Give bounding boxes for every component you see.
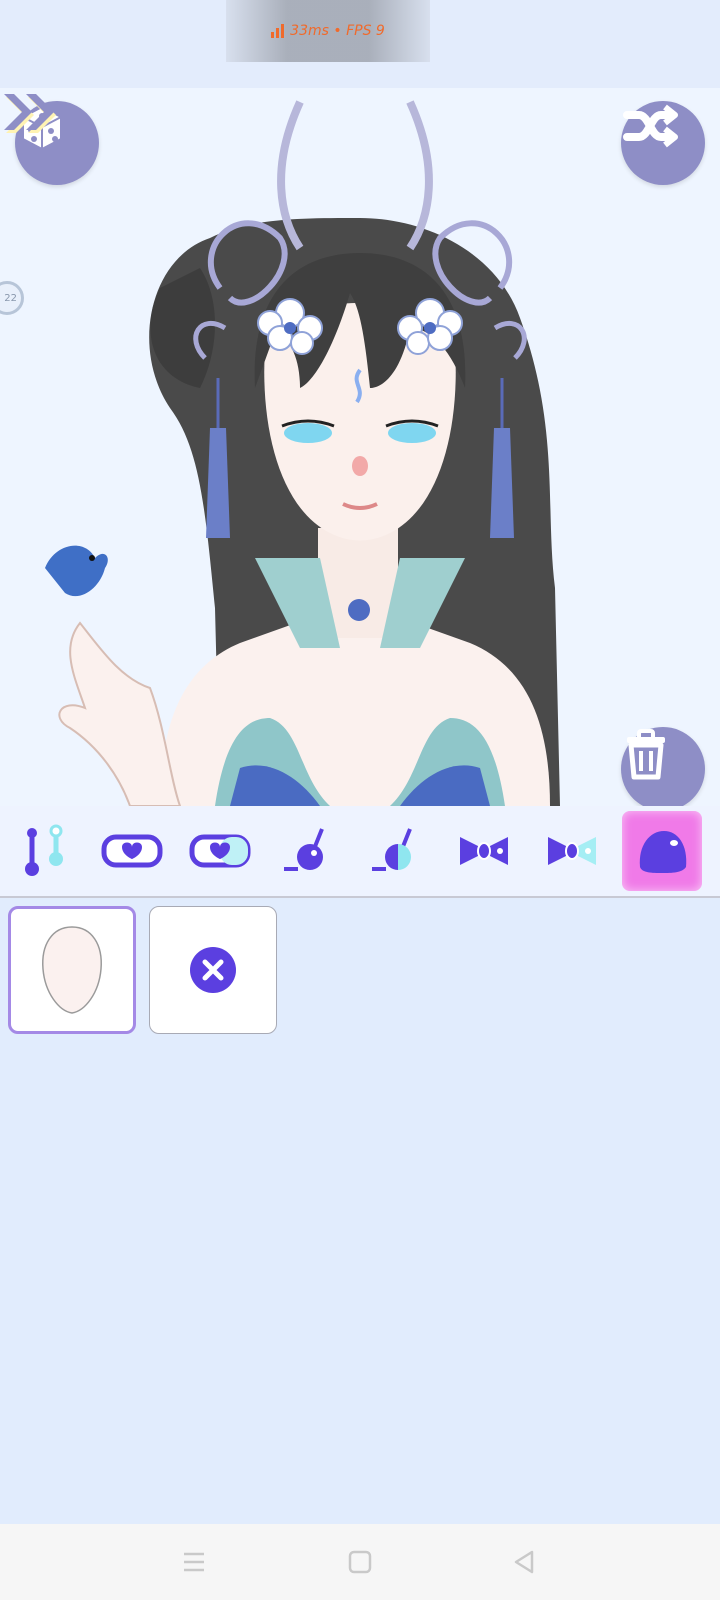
character-illustration <box>45 100 560 806</box>
item-grid <box>0 898 720 1524</box>
navigation-bar <box>0 1524 720 1600</box>
heart-glasses-icon <box>101 834 163 868</box>
none-x-icon <box>190 947 236 993</box>
status-area: 33ms • FPS 9 <box>0 0 720 88</box>
category-pin[interactable] <box>0 810 88 892</box>
delete-button[interactable] <box>621 727 705 806</box>
item-face-shape[interactable] <box>8 906 136 1034</box>
menu-icon[interactable] <box>178 1546 210 1578</box>
category-earring[interactable] <box>264 810 352 892</box>
category-bow[interactable] <box>440 810 528 892</box>
category-glasses-color[interactable] <box>176 810 264 892</box>
category-earring-color[interactable] <box>352 810 440 892</box>
bow-color-icon <box>548 837 596 865</box>
back-icon[interactable] <box>508 1546 540 1578</box>
earring-color-icon <box>372 828 412 871</box>
shuffle-icon <box>623 104 678 148</box>
character-stage: 22 <box>0 88 720 806</box>
perf-overlay: 33ms • FPS 9 <box>226 0 430 62</box>
heart-glasses-color-icon <box>189 834 251 868</box>
item-none[interactable] <box>149 906 277 1034</box>
category-body[interactable] <box>622 811 702 891</box>
pin-toggle-icon <box>25 824 63 876</box>
face-shape-icon <box>42 926 102 1014</box>
category-toolbar <box>0 806 720 898</box>
home-icon[interactable] <box>344 1546 376 1578</box>
signal-bars-icon <box>271 24 285 38</box>
shuffle-button[interactable] <box>621 101 705 185</box>
slime-body-icon <box>639 831 687 873</box>
category-bow-color[interactable] <box>528 810 616 892</box>
trash-icon <box>627 729 665 780</box>
perf-text: 33ms • FPS 9 <box>290 23 385 39</box>
category-glasses[interactable] <box>88 810 176 892</box>
earring-icon <box>284 828 324 871</box>
next-button[interactable] <box>0 88 60 136</box>
app-screen: 33ms • FPS 9 22 <box>0 0 720 1600</box>
bow-icon <box>460 837 508 865</box>
